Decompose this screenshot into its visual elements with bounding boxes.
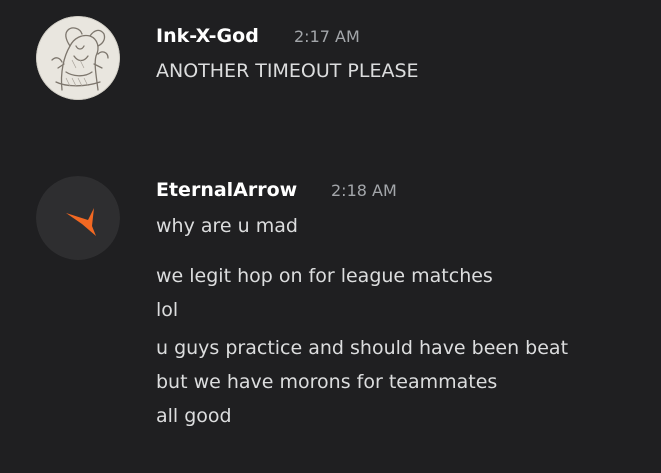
message-ink-x-god: Ink-X-God 2:17 AM ANOTHER TIMEOUT PLEASE [0,0,661,140]
message-text: we legit hop on for league matches [156,265,493,287]
message-timestamp: 2:18 AM [331,181,397,200]
message-text: lol [156,299,179,321]
author-name[interactable]: EternalArrow [156,181,297,200]
message-text: why are u mad [156,215,298,237]
message-timestamp: 2:17 AM [294,27,360,46]
message-eternalarrow: EternalArrow 2:18 AM why are u mad we le… [0,160,661,460]
message-text: all good [156,405,232,427]
author-name[interactable]: Ink-X-God [156,27,259,46]
message-text: u guys practice and should have been bea… [156,337,569,359]
message-text: ANOTHER TIMEOUT PLEASE [156,60,419,82]
message-text: but we have morons for teammates [156,371,498,393]
orange-arrow-icon [36,176,120,260]
user-avatar-eternalarrow[interactable] [36,176,120,260]
sketch-drawing-icon [36,16,120,100]
user-avatar-ink-x-god[interactable] [36,16,120,100]
